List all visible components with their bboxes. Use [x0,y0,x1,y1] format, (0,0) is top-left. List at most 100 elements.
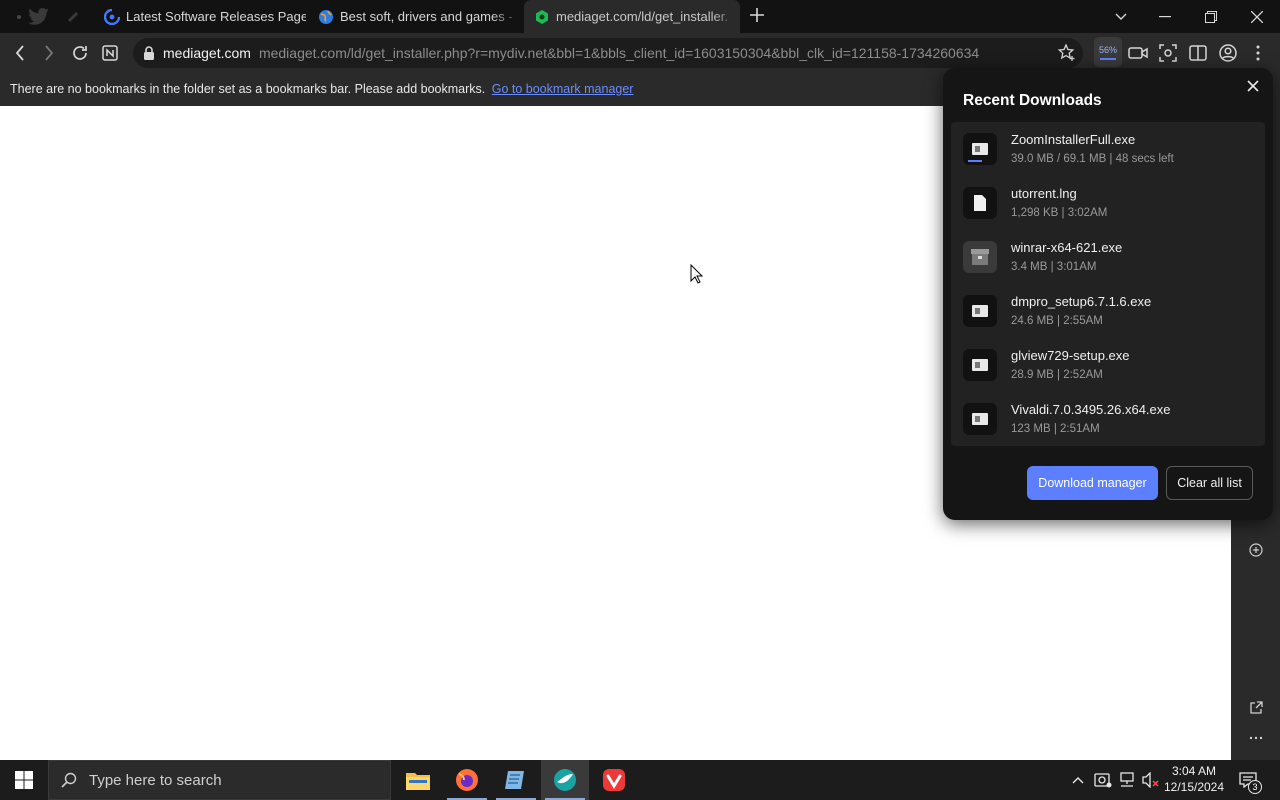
kebab-menu-icon [1256,45,1260,61]
tab-best-soft[interactable]: Best soft, drivers and games - [308,0,520,33]
firefox-icon [456,769,478,791]
clock-time: 3:04 AM [1171,764,1217,778]
taskbar-search[interactable]: Type here to search [48,760,391,800]
download-meta: 39.0 MB / 69.1 MB | 48 secs left [1011,153,1174,165]
open-external-button[interactable] [1246,698,1266,718]
search-icon [61,772,77,788]
tab-strip: Latest Software Releases Page Best soft,… [0,0,1280,33]
mouse-cursor-icon [690,264,704,284]
bookmark-manager-link[interactable]: Go to bookmark manager [492,82,634,96]
tab-fade [492,0,520,33]
reload-icon [73,46,87,60]
downloads-button[interactable]: 56% [1094,37,1122,67]
camera-capture-icon [1159,44,1177,62]
chevron-up-icon [1072,777,1084,784]
site-favicon [104,8,120,25]
back-button[interactable] [8,41,32,65]
download-name: dmpro_setup6.7.1.6.exe [1011,294,1152,309]
tab-fade [712,0,740,33]
download-meta: 28.9 MB | 2:52AM [1011,369,1103,381]
menu-button[interactable] [1246,41,1270,65]
profile-button[interactable] [1216,41,1240,65]
tab-search-button[interactable] [1098,0,1144,33]
tab-latest-software[interactable]: Latest Software Releases Page [94,0,306,33]
windows-logo-icon [15,771,33,789]
close-icon [1247,80,1259,92]
pinned-tab-twitter[interactable] [26,4,52,30]
download-meta: 3.4 MB | 3:01AM [1011,261,1097,273]
network-button[interactable] [1116,760,1138,800]
clock-date: 12/15/2024 [1163,780,1225,794]
download-meta: 1,298 KB | 3:02AM [1011,207,1108,219]
pinned-tab-2[interactable] [60,4,86,30]
new-tab-button[interactable] [746,5,768,27]
arrow-left-icon [15,45,24,61]
download-item[interactable]: winrar-x64-621.exe 3.4 MB | 3:01AM [951,230,1265,284]
pinned-tab-icon-2 [67,11,79,23]
download-progress-bar [968,160,982,162]
download-name: glview729-setup.exe [1011,348,1130,363]
clear-all-list-button[interactable]: Clear all list [1166,466,1253,500]
more-dots-icon [1249,736,1263,740]
sidebar-more-button[interactable] [1246,728,1266,748]
folder-icon [406,773,430,790]
download-item[interactable]: dmpro_setup6.7.1.6.exe 24.6 MB | 2:55AM [951,284,1265,338]
download-manager-button[interactable]: Download manager [1027,466,1158,500]
download-name: utorrent.lng [1011,186,1077,201]
star-plus-icon [1058,44,1075,61]
start-button[interactable] [0,760,48,800]
taskbar-file-explorer[interactable] [394,760,442,800]
bookmarks-message: There are no bookmarks in the folder set… [10,82,486,96]
close-icon [1251,10,1263,23]
network-icon [1120,772,1134,787]
document-icon [963,187,997,219]
taskbar-clock[interactable]: 3:04 AM 12/15/2024 [1160,763,1228,795]
taskbar-firefox[interactable] [443,760,491,800]
pinned-tab-icon [17,15,21,19]
volume-button[interactable] [1140,760,1162,800]
download-item[interactable]: utorrent.lng 1,298 KB | 3:02AM [951,176,1265,230]
split-screen-button[interactable] [1186,41,1210,65]
reload-button[interactable] [68,41,92,65]
speaker-muted-icon [1142,772,1159,788]
video-camera-icon [1128,47,1148,59]
video-popout-button[interactable] [1126,41,1150,65]
download-progress-indicator [1100,57,1116,60]
news-n-icon [102,45,118,61]
minimize-button[interactable] [1142,0,1188,33]
tab-mediaget[interactable]: mediaget.com/ld/get_installer. [524,0,740,33]
screenshot-button[interactable] [1156,41,1180,65]
close-window-button[interactable] [1234,0,1280,33]
globe-favicon [319,9,333,24]
taskbar-vivaldi[interactable] [590,760,638,800]
download-item[interactable]: ZoomInstallerFull.exe 39.0 MB / 69.1 MB … [951,122,1265,176]
navigation-bar: mediaget.com mediaget.com/ld/get_install… [0,33,1280,73]
search-placeholder: Type here to search [89,771,222,789]
download-name: winrar-x64-621.exe [1011,240,1123,255]
downloads-popup: Recent Downloads ZoomInstallerFull.exe 3… [943,68,1273,520]
forward-button[interactable] [37,41,61,65]
tray-app-button[interactable] [1092,760,1114,800]
add-to-favorites-button[interactable] [1055,41,1079,65]
tab-title: mediaget.com/ld/get_installer. [556,9,728,24]
download-item[interactable]: Vivaldi.7.0.3495.26.x64.exe 123 MB | 2:5… [951,392,1265,446]
download-item[interactable]: glview729-setup.exe 28.9 MB | 2:52AM [951,338,1265,392]
screen: Latest Software Releases Page Best soft,… [0,0,1280,800]
taskbar-app-notepad[interactable] [492,760,540,800]
show-hidden-icons-button[interactable] [1068,760,1088,800]
taskbar: Type here to search 3:04 AM 12/15/2024 3 [0,760,1280,800]
downloads-title: Recent Downloads [963,92,1102,109]
installer-icon [963,403,997,435]
plus-icon [750,8,764,22]
news-button[interactable] [98,41,122,65]
tab-title: Best soft, drivers and games - [340,9,513,24]
notepad-icon [505,771,524,789]
close-downloads-button[interactable] [1243,76,1263,96]
address-bar[interactable]: mediaget.com mediaget.com/ld/get_install… [133,38,1083,68]
add-sidebar-item-button[interactable] [1246,540,1266,560]
downloads-list: ZoomInstallerFull.exe 39.0 MB / 69.1 MB … [951,122,1265,446]
installer-icon [963,295,997,327]
taskbar-browser[interactable] [541,760,589,800]
download-percent: 56% [1098,44,1117,55]
restore-button[interactable] [1188,0,1234,33]
